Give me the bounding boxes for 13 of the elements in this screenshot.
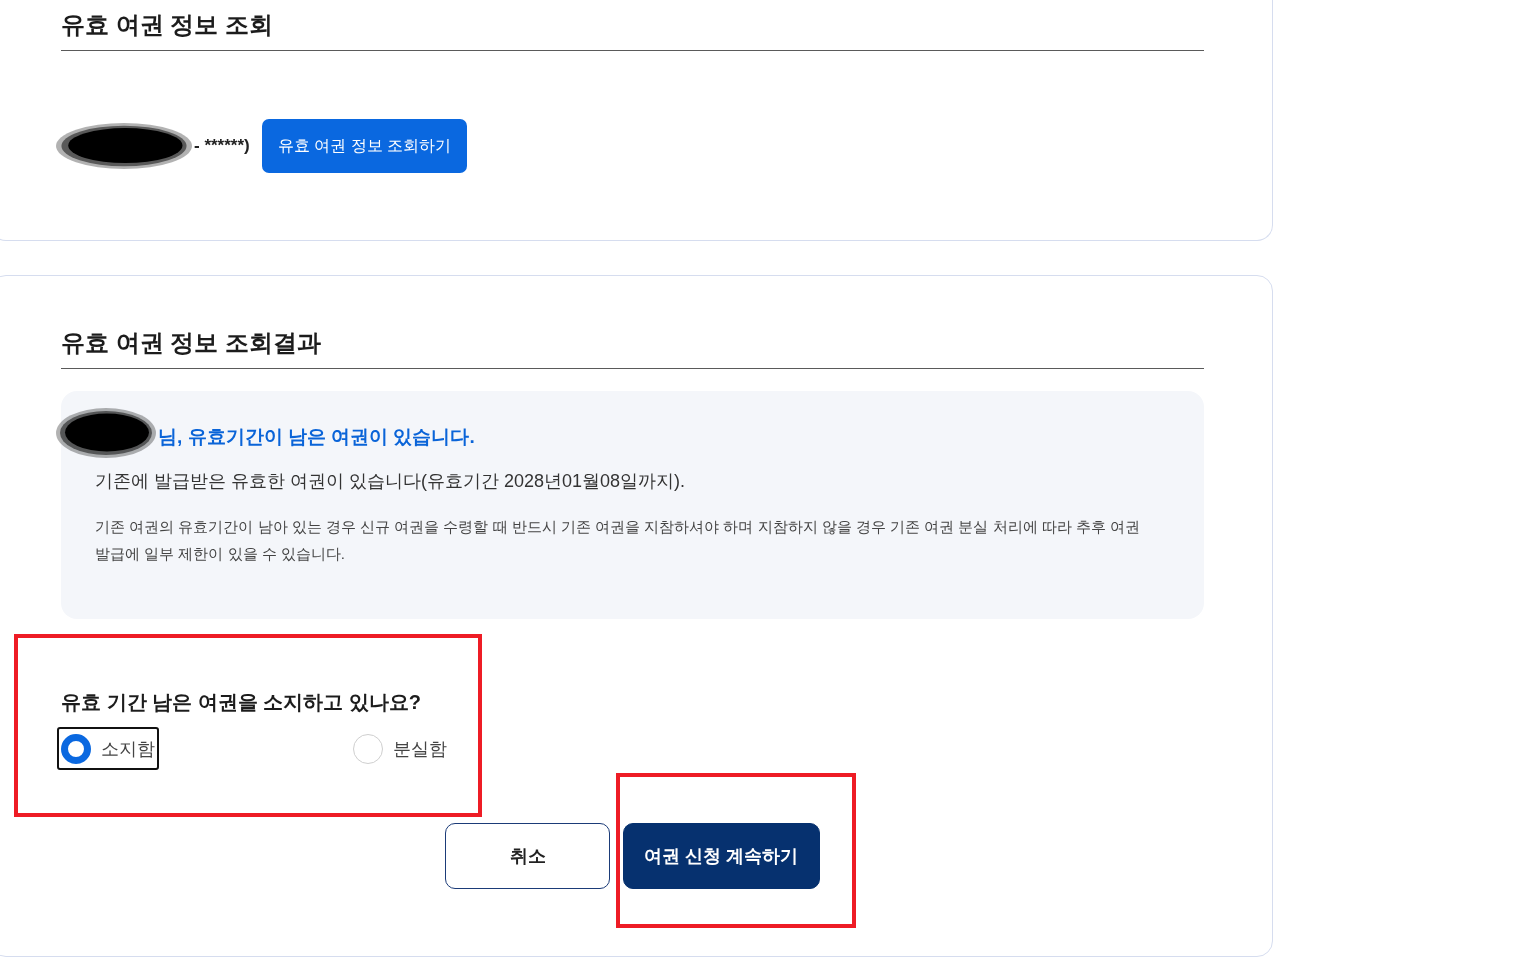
radio-label[interactable]: 분실함	[393, 736, 447, 761]
radio-label[interactable]: 소지함	[101, 736, 155, 761]
notice-caution: 기존 여권의 유효기간이 남아 있는 경우 신규 여권을 수령할 때 반드시 기존 여권을 지참하셔야 하며 지참하지 않을 경우 기존 여권 분실 처리에 따라 추후 여권 발급에 일부 제한이 있을 수 있습니다.	[95, 517, 1142, 564]
section-title: 유효 여권 정보 조회결과	[61, 326, 1204, 369]
masked-id-number: - ******)	[194, 136, 250, 156]
notice-detail: 기존에 발급받은 유효한 여권이 있습니다(유효기간 2028년01월08일까지).	[95, 470, 687, 493]
notice-headline: 님, 유효기간이 남은 여권이 있습니다.	[158, 425, 475, 449]
lookup-button[interactable]: 유효 여권 정보 조회하기	[261, 119, 468, 173]
radio-button[interactable]	[61, 733, 91, 764]
cancel-button[interactable]: 취소	[445, 823, 610, 889]
continue-button[interactable]: 여권 신청 계속하기	[623, 823, 820, 889]
question-label: 유효 기간 남은 여권을 소지하고 있나요?	[61, 690, 422, 715]
section-title: 유효 여권 정보 조회	[61, 8, 1204, 51]
